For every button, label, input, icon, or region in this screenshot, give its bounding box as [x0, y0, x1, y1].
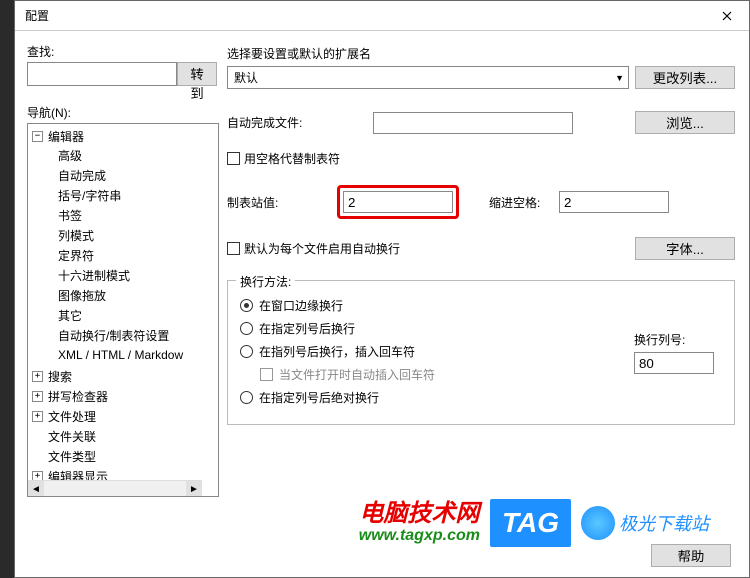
wrap-column-group: 换行列号: — [634, 331, 714, 374]
tab-stop-label: 制表站值: — [227, 194, 327, 211]
tree-node[interactable]: 文件关联 — [46, 428, 96, 445]
dialog-body: 查找: 转到 导航(N): −编辑器 高级 自动完成 括号/字符串 书签 — [15, 31, 749, 577]
jg-logo-text: 极光下载站 — [619, 510, 709, 536]
tree-toggle[interactable]: − — [32, 131, 43, 142]
wrap-opt4-label: 在指定列号后绝对换行 — [259, 389, 379, 406]
wrap-radio-insert-cr[interactable] — [240, 345, 253, 358]
auto-insert-cr-checkbox — [260, 368, 273, 381]
autocomplete-file-input[interactable] — [373, 112, 573, 134]
chevron-down-icon: ▼ — [615, 73, 624, 83]
tree-node[interactable]: 高级 — [56, 147, 82, 164]
wrap-legend: 换行方法: — [236, 273, 295, 290]
combo-value: 默认 — [234, 69, 258, 86]
config-dialog: 配置 查找: 转到 导航(N): −编辑器 高级 — [14, 0, 750, 578]
tree-node[interactable]: 搜索 — [46, 368, 72, 385]
tree-node[interactable]: 自动换行/制表符设置 — [56, 327, 169, 344]
tree-toggle[interactable]: + — [32, 371, 43, 382]
nav-tree[interactable]: −编辑器 高级 自动完成 括号/字符串 书签 列模式 定界符 十六进制模式 图像… — [27, 123, 219, 497]
watermark-overlay: 电脑技术网 www.tagxp.com TAG 极光下载站 — [359, 499, 709, 547]
help-button[interactable]: 帮助 — [651, 544, 731, 567]
wrap-method-fieldset: 换行方法: 在窗口边缘换行 在指定列号后换行 在指列号后换行，插入回车符 — [227, 280, 735, 425]
watermark-text-block: 电脑技术网 www.tagxp.com — [359, 501, 480, 545]
autocomplete-file-label: 自动完成文件: — [227, 114, 367, 131]
tag-badge: TAG — [490, 499, 571, 547]
titlebar: 配置 — [15, 1, 749, 31]
tree-toggle[interactable]: + — [32, 411, 43, 422]
dialog-title: 配置 — [25, 7, 49, 24]
wrap-opt3-label: 在指列号后换行，插入回车符 — [259, 343, 415, 360]
tree-node[interactable]: 括号/字符串 — [56, 187, 121, 204]
wrap-radio-window-edge[interactable] — [240, 299, 253, 312]
close-icon — [722, 11, 732, 21]
indent-spaces-input[interactable] — [559, 191, 669, 213]
tree-node[interactable]: 十六进制模式 — [56, 267, 130, 284]
tree-node[interactable]: 文件类型 — [46, 448, 96, 465]
wrap-col-input[interactable] — [634, 352, 714, 374]
tree-node-editor[interactable]: 编辑器 — [46, 128, 84, 145]
tree-node[interactable]: 定界符 — [56, 247, 94, 264]
browse-button[interactable]: 浏览... — [635, 111, 735, 134]
default-wrap-label: 默认为每个文件启用自动换行 — [244, 240, 400, 257]
tree-node[interactable]: 拼写检查器 — [46, 388, 108, 405]
use-spaces-label: 用空格代替制表符 — [244, 150, 340, 167]
wrap-opt2-label: 在指定列号后换行 — [259, 320, 355, 337]
jg-logo: 极光下载站 — [581, 506, 709, 540]
wrap-col-label: 换行列号: — [634, 331, 714, 348]
watermark-url: www.tagxp.com — [359, 527, 480, 545]
tree-toggle[interactable]: + — [32, 391, 43, 402]
use-spaces-checkbox[interactable] — [227, 152, 240, 165]
extension-combo[interactable]: 默认 ▼ — [227, 66, 629, 89]
highlight-annotation — [337, 185, 459, 219]
tree-node[interactable]: 图像拖放 — [56, 287, 106, 304]
nav-label: 导航(N): — [27, 104, 219, 121]
wrap-radio-absolute[interactable] — [240, 391, 253, 404]
extension-label: 选择要设置或默认的扩展名 — [227, 45, 735, 62]
font-button[interactable]: 字体... — [635, 237, 735, 260]
wrap-opt3-sub-label: 当文件打开时自动插入回车符 — [279, 366, 435, 383]
app-sidebar — [0, 0, 14, 578]
wrap-opt1-label: 在窗口边缘换行 — [259, 297, 343, 314]
right-column: 选择要设置或默认的扩展名 默认 ▼ 更改列表... 自动完成文件: 浏览... — [227, 43, 735, 425]
indent-spaces-label: 缩进空格: — [489, 194, 549, 211]
scroll-left-icon[interactable]: ◄ — [28, 481, 44, 497]
tree-node[interactable]: XML / HTML / Markdow — [56, 348, 183, 362]
tree-node[interactable]: 文件处理 — [46, 408, 96, 425]
change-list-button[interactable]: 更改列表... — [635, 66, 735, 89]
close-button[interactable] — [705, 1, 749, 31]
tree-node[interactable]: 书签 — [56, 207, 82, 224]
tree-node[interactable]: 列模式 — [56, 227, 94, 244]
search-label: 查找: — [27, 43, 219, 60]
tree-node[interactable]: 自动完成 — [56, 167, 106, 184]
default-wrap-checkbox[interactable] — [227, 242, 240, 255]
watermark-title: 电脑技术网 — [359, 501, 480, 527]
scroll-right-icon[interactable]: ► — [186, 481, 202, 497]
tree-node[interactable]: 其它 — [56, 307, 82, 324]
tree-h-scrollbar[interactable]: ◄ ► — [28, 480, 202, 496]
jg-logo-icon — [581, 506, 615, 540]
left-column: 查找: 转到 导航(N): −编辑器 高级 自动完成 括号/字符串 书签 — [27, 43, 219, 497]
search-input[interactable] — [27, 62, 177, 86]
tab-stop-input[interactable] — [343, 191, 453, 213]
wrap-radio-after-col[interactable] — [240, 322, 253, 335]
goto-button[interactable]: 转到 — [177, 62, 217, 86]
